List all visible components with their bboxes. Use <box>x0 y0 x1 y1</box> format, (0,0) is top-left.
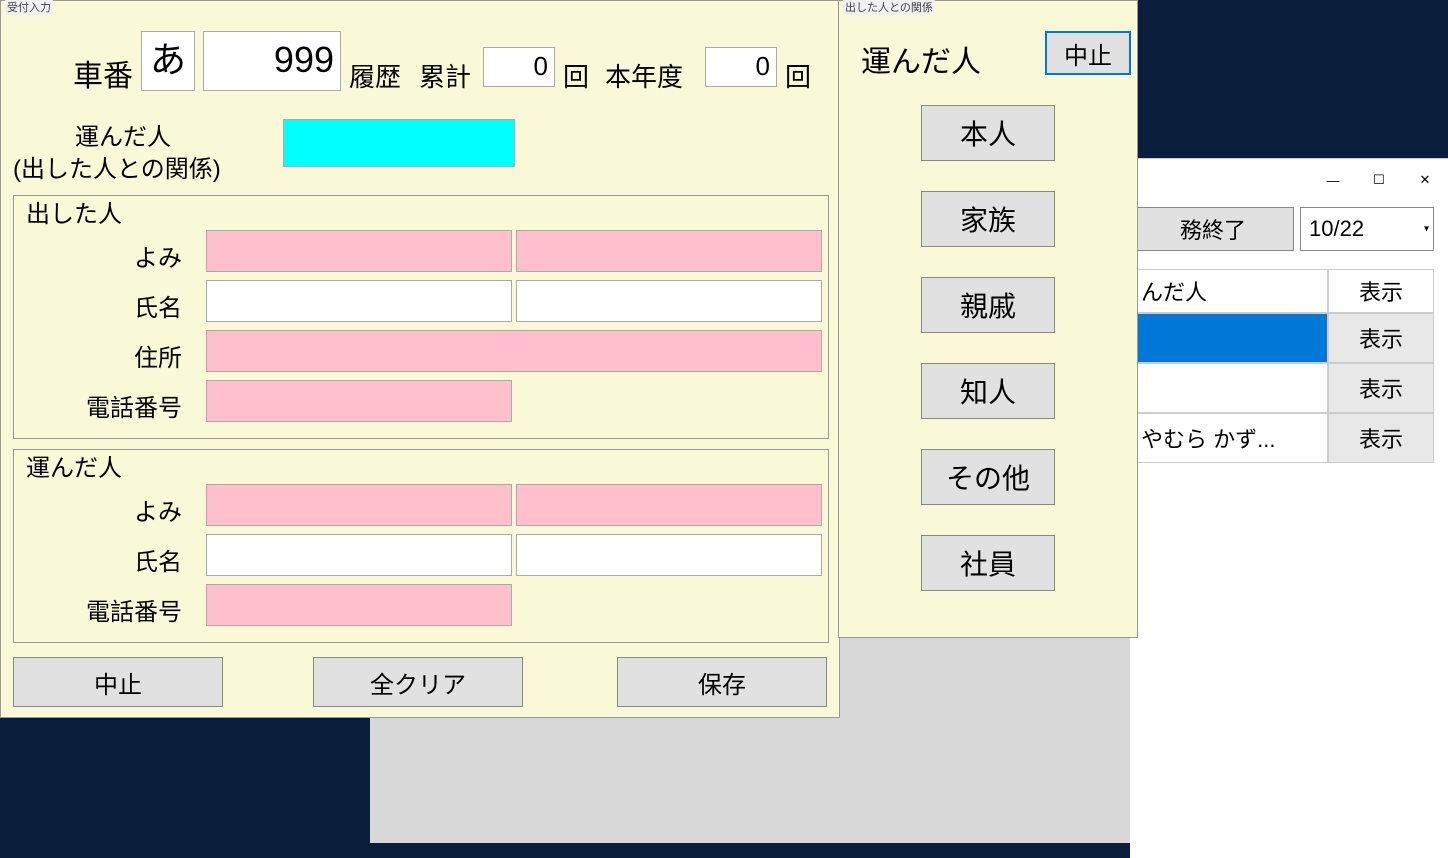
sum-label: 累計 <box>419 57 471 94</box>
sender-addr-input[interactable] <box>206 330 822 372</box>
sender-name-label: 氏名 <box>134 288 182 323</box>
times-label-2: 回 <box>785 57 811 94</box>
sum-value: 0 <box>483 47 555 87</box>
bringer-label-2: (出した人との関係) <box>13 149 221 184</box>
bringer-group-title: 運んだ人 <box>22 448 126 483</box>
car-label: 車番 <box>73 51 133 95</box>
sender-yomi-input-2[interactable] <box>516 230 822 272</box>
rel-option-5[interactable]: 社員 <box>921 535 1055 591</box>
sender-tel-input[interactable] <box>206 380 512 422</box>
bringer-name-input-1[interactable] <box>206 534 512 576</box>
times-label-1: 回 <box>563 57 589 94</box>
column-bringer: んだ人 <box>1132 269 1328 313</box>
history-label: 履歴 <box>349 57 401 94</box>
sender-addr-label: 住所 <box>134 338 182 373</box>
sender-group-title: 出した人 <box>22 194 126 229</box>
bringer-yomi-label: よみ <box>134 492 182 527</box>
main-window-title: 受付入力 <box>5 0 53 15</box>
minimize-icon[interactable]: — <box>1310 166 1356 194</box>
rel-option-1[interactable]: 家族 <box>921 191 1055 247</box>
bringer-tel-label: 電話番号 <box>86 592 182 627</box>
relationship-cancel-button[interactable]: 中止 <box>1045 31 1131 75</box>
rel-option-0[interactable]: 本人 <box>921 105 1055 161</box>
sender-name-input-2[interactable] <box>516 280 822 322</box>
relationship-dialog: 出した人との関係 運んだ人 中止 本人 家族 親戚 知人 その他 社員 <box>838 0 1138 638</box>
bringer-label-1: 運んだ人 <box>75 117 171 152</box>
window-controls: — ☐ ✕ <box>1310 166 1448 194</box>
sender-group: 出した人 よみ 氏名 住所 電話番号 <box>13 195 829 439</box>
bringer-name-label: 氏名 <box>134 542 182 577</box>
bringer-yomi-input-2[interactable] <box>516 484 822 526</box>
date-value: 10/22 <box>1309 216 1364 242</box>
sender-yomi-label: よみ <box>134 238 182 273</box>
save-button[interactable]: 保存 <box>617 657 827 707</box>
bringer-tel-input[interactable] <box>206 584 512 626</box>
table-row-2-show-button[interactable]: 表示 <box>1328 413 1434 463</box>
bringer-name-input-2[interactable] <box>516 534 822 576</box>
year-value: 0 <box>705 47 777 87</box>
cancel-button[interactable]: 中止 <box>13 657 223 707</box>
maximize-icon[interactable]: ☐ <box>1356 166 1402 194</box>
background-window <box>1130 158 1448 858</box>
sender-name-input-1[interactable] <box>206 280 512 322</box>
close-icon[interactable]: ✕ <box>1402 166 1448 194</box>
end-work-button[interactable]: 務終了 <box>1132 207 1294 251</box>
column-show: 表示 <box>1328 269 1434 313</box>
bringer-group: 運んだ人 よみ 氏名 電話番号 <box>13 449 829 643</box>
rel-option-3[interactable]: 知人 <box>921 363 1055 419</box>
table-row-0-show-button[interactable]: 表示 <box>1328 313 1434 363</box>
rel-option-4[interactable]: その他 <box>921 449 1055 505</box>
table-row-1-show-button[interactable]: 表示 <box>1328 363 1434 413</box>
year-label: 本年度 <box>605 57 683 94</box>
relationship-dialog-title: 出した人との関係 <box>843 0 935 15</box>
clear-all-button[interactable]: 全クリア <box>313 657 523 707</box>
table-row-2-text[interactable]: やむら かず... <box>1132 413 1328 463</box>
rel-option-2[interactable]: 親戚 <box>921 277 1055 333</box>
main-window: 受付入力 車番 あ 999 履歴 累計 0 回 本年度 0 回 運んだ人 (出し… <box>0 0 840 718</box>
table-row-0-text[interactable] <box>1132 313 1328 363</box>
chevron-down-icon: ▾ <box>1424 224 1429 235</box>
table-row-1-text[interactable] <box>1132 363 1328 413</box>
car-kana-input[interactable]: あ <box>141 31 195 91</box>
relationship-heading: 運んだ人 <box>861 37 981 81</box>
bringer-yomi-input-1[interactable] <box>206 484 512 526</box>
sender-yomi-input-1[interactable] <box>206 230 512 272</box>
sender-tel-label: 電話番号 <box>86 388 182 423</box>
date-dropdown[interactable]: 10/22 ▾ <box>1300 207 1434 251</box>
car-number-input[interactable]: 999 <box>203 31 341 91</box>
bringer-relationship-input[interactable] <box>283 119 515 167</box>
